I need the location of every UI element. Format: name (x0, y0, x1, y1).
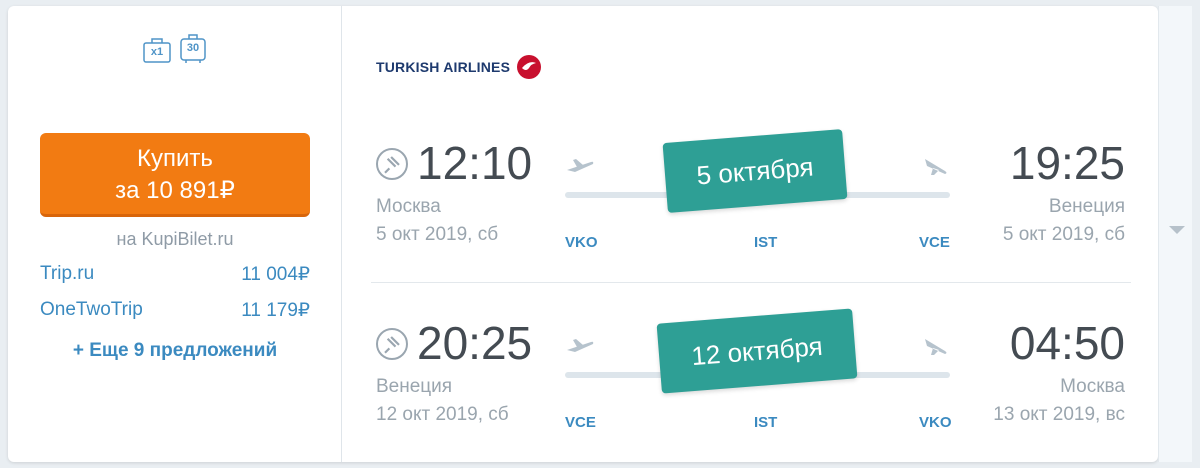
airport-code: VKO (919, 414, 952, 431)
date-badge: 12 октября (656, 308, 858, 394)
pin-icon[interactable] (376, 328, 408, 360)
airline-emblem-icon (517, 55, 542, 79)
chevron-down-icon (1169, 226, 1185, 234)
landing-icon (925, 339, 947, 355)
vendor-label: на KupiBilet.ru (116, 229, 234, 249)
airline-name: TURKISH AIRLINES (376, 59, 511, 75)
more-offers-link[interactable]: + Еще 9 предложений (8, 340, 342, 362)
ticket-card: x1 30 Купить за 10 891₽ на KupiBilet.ru … (8, 6, 1158, 462)
offer-name[interactable]: OneTwoTrip (40, 299, 143, 335)
offers-list: Trip.ru 11 004₽ OneTwoTrip 11 179₽ (40, 263, 310, 335)
arrival-time: 04:50 (1009, 317, 1125, 369)
offer-price[interactable]: 11 004₽ (241, 263, 310, 299)
flight-details: TURKISH AIRLINES 12:10 Москва 5 окт 2019… (343, 6, 1158, 462)
offer-price[interactable]: 11 179₽ (241, 299, 310, 335)
suitcase-icon: 30 (178, 34, 208, 64)
takeoff-icon (567, 339, 594, 352)
leg-divider (371, 282, 1131, 283)
departure-date: 5 окт 2019, сб (376, 224, 499, 245)
buy-button[interactable]: Купить за 10 891₽ (40, 133, 310, 217)
arrival-city: Москва (1060, 376, 1125, 397)
departure-date: 12 окт 2019, сб (376, 404, 509, 425)
airport-code: IST (754, 414, 778, 431)
buy-button-label: Купить (137, 145, 213, 172)
offer-row[interactable]: Trip.ru 11 004₽ (40, 263, 310, 299)
airport-code: VCE (565, 414, 596, 431)
expand-details-button[interactable] (1158, 6, 1192, 462)
pin-icon[interactable] (376, 148, 408, 180)
airport-code: VKO (565, 234, 598, 251)
flight-leg-return: 20:25 Венеция 12 окт 2019, сб 12 октября… (343, 306, 1158, 456)
price-panel: x1 30 Купить за 10 891₽ на KupiBilet.ru … (8, 6, 342, 462)
baggage-info: x1 30 (142, 34, 208, 64)
bag-count: x1 (150, 46, 164, 58)
date-badge: 5 октября (662, 129, 848, 213)
departure-city: Венеция (376, 376, 453, 397)
arrival-city: Венеция (1048, 196, 1125, 217)
buy-button-price: за 10 891₽ (115, 177, 235, 204)
offer-name[interactable]: Trip.ru (40, 263, 94, 299)
airline-logo: TURKISH AIRLINES (376, 54, 542, 80)
bag-icon: x1 (142, 34, 172, 64)
departure-time: 12:10 (417, 137, 533, 189)
departure-city: Москва (376, 196, 441, 217)
flight-leg-outbound: 12:10 Москва 5 окт 2019, сб 5 октября VK… (343, 126, 1158, 276)
arrival-date: 13 окт 2019, вс (993, 404, 1125, 425)
departure-time: 20:25 (417, 317, 533, 369)
landing-icon (925, 159, 947, 175)
luggage-weight: 30 (186, 42, 200, 54)
arrival-time: 19:25 (1009, 137, 1125, 189)
takeoff-icon (567, 159, 594, 172)
airport-code: VCE (919, 234, 950, 251)
airport-code: IST (754, 234, 778, 251)
arrival-date: 5 окт 2019, сб (1002, 224, 1125, 245)
offer-row[interactable]: OneTwoTrip 11 179₽ (40, 299, 310, 335)
